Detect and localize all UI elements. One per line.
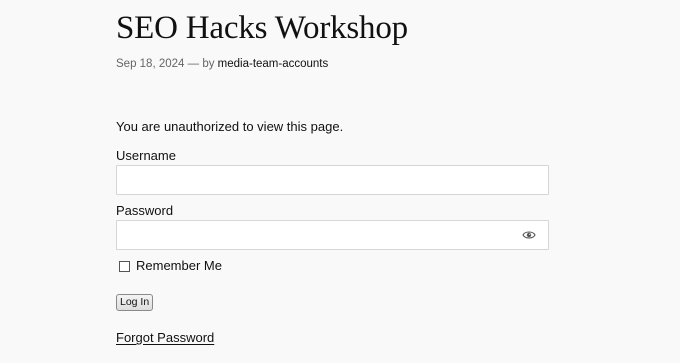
remember-me-row[interactable]: Remember Me	[116, 258, 222, 274]
remember-me-label[interactable]: Remember Me	[136, 258, 222, 274]
password-input[interactable]	[117, 221, 548, 249]
username-field-wrapper	[116, 165, 549, 195]
username-label: Username	[116, 148, 176, 163]
unauthorized-notice: You are unauthorized to view this page.	[116, 119, 344, 134]
page-title: SEO Hacks Workshop	[116, 10, 408, 46]
password-label: Password	[116, 203, 174, 218]
forgot-password-link[interactable]: Forgot Password	[116, 330, 214, 346]
log-in-button[interactable]: Log In	[116, 294, 154, 311]
post-meta: Sep 18, 2024 — by media-team-accounts	[116, 56, 328, 72]
password-field-wrapper	[116, 220, 549, 250]
post-author-link[interactable]: media-team-accounts	[218, 58, 329, 70]
post-date: Sep 18, 2024	[116, 58, 185, 70]
remember-me-checkbox[interactable]	[119, 260, 130, 272]
username-input[interactable]	[117, 166, 548, 194]
meta-separator: — by	[187, 58, 215, 70]
eye-icon[interactable]	[522, 229, 536, 241]
